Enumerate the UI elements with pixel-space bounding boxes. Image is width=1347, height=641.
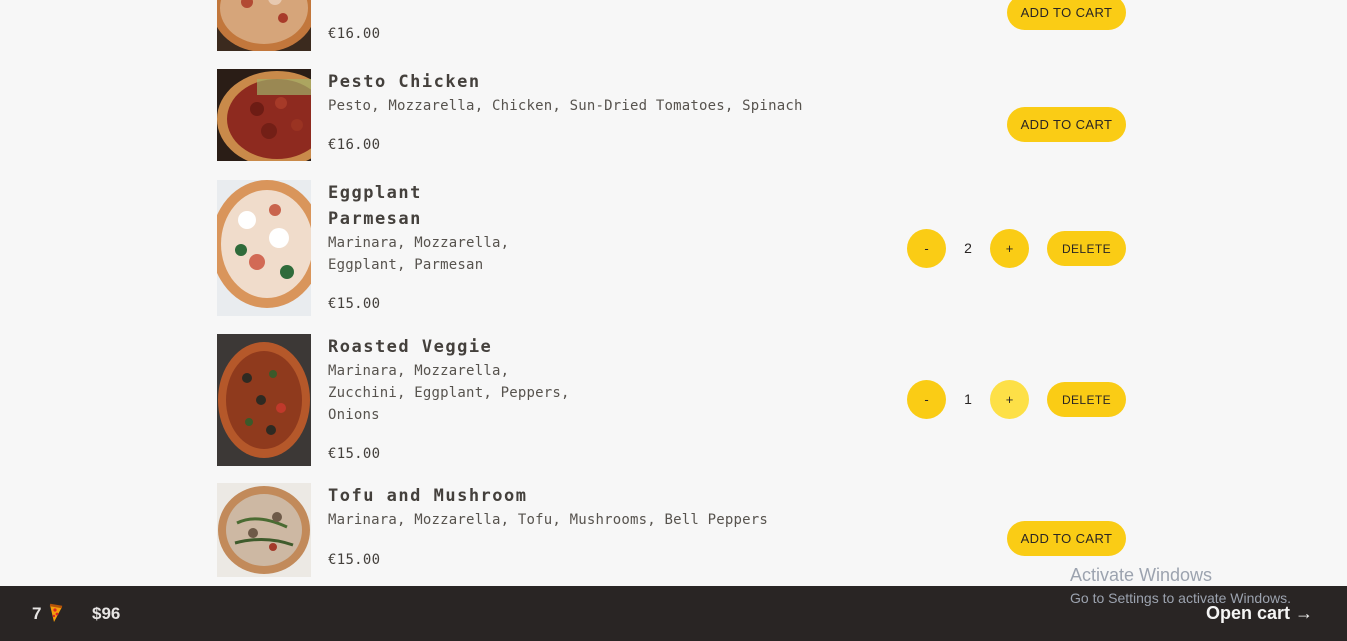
pizza-image xyxy=(217,334,311,466)
item-ingredients-line-2: Eggplant, Parmesan xyxy=(328,257,484,273)
delete-button[interactable]: DELETE xyxy=(1047,231,1126,266)
item-ingredients-line-2: Zucchini, Eggplant, Peppers, xyxy=(328,385,570,401)
increment-button[interactable]: + xyxy=(990,380,1029,419)
menu-item: Eggplant Parmesan Marinara, Mozzarella, … xyxy=(217,180,1126,316)
pizza-icon xyxy=(48,603,64,628)
cart-total-price: $96 xyxy=(92,604,121,623)
cart-item-count: 7 xyxy=(32,604,42,623)
item-ingredients-line-1: Marinara, Mozzarella, xyxy=(328,363,510,379)
item-price: €16.00 xyxy=(328,137,381,153)
pizza-image xyxy=(217,180,311,316)
menu-item: €16.00 ADD TO CART xyxy=(217,0,1126,51)
item-info: Roasted Veggie Marinara, Mozzarella, Zuc… xyxy=(328,334,570,426)
add-to-cart-button[interactable]: ADD TO CART xyxy=(1007,107,1126,142)
item-name-line-2: Parmesan xyxy=(328,209,422,229)
pizza-image xyxy=(217,0,311,51)
add-to-cart-button[interactable]: ADD TO CART xyxy=(1007,0,1126,30)
menu-item: Pesto Chicken Pesto, Mozzarella, Chicken… xyxy=(217,69,1126,161)
pizza-image xyxy=(217,69,311,161)
item-price: €16.00 xyxy=(328,26,381,42)
activate-windows-title: Activate Windows xyxy=(1070,565,1213,585)
item-name-line-1: Eggplant xyxy=(328,183,422,203)
item-ingredients: Marinara, Mozzarella, Tofu, Mushrooms, B… xyxy=(328,512,769,528)
item-ingredients-line-3: Onions xyxy=(328,407,380,423)
item-info: Eggplant Parmesan Marinara, Mozzarella, … xyxy=(328,180,509,276)
item-info: Tofu and Mushroom Marinara, Mozzarella, … xyxy=(328,483,768,531)
item-name: Tofu and Mushroom xyxy=(328,486,528,506)
item-price: €15.00 xyxy=(328,552,381,568)
menu-item: Tofu and Mushroom Marinara, Mozzarella, … xyxy=(217,483,1126,577)
menu-item: Roasted Veggie Marinara, Mozzarella, Zuc… xyxy=(217,334,1126,466)
item-price: €15.00 xyxy=(328,296,381,312)
item-info: Pesto Chicken Pesto, Mozzarella, Chicken… xyxy=(328,69,803,117)
decrement-button[interactable]: - xyxy=(907,229,946,268)
quantity-value: 1 xyxy=(964,391,972,407)
item-price: €15.00 xyxy=(328,446,381,462)
item-ingredients: Pesto, Mozzarella, Chicken, Sun-Dried To… xyxy=(328,98,803,114)
item-ingredients-line-1: Marinara, Mozzarella, xyxy=(328,235,510,251)
increment-button[interactable]: + xyxy=(990,229,1029,268)
decrement-button[interactable]: - xyxy=(907,380,946,419)
quantity-value: 2 xyxy=(964,240,972,256)
item-name: Roasted Veggie xyxy=(328,337,493,357)
pizza-image xyxy=(217,483,311,577)
open-cart-link[interactable]: Open cart → xyxy=(1206,603,1313,624)
activate-windows-subtitle: Go to Settings to activate Windows. xyxy=(1070,590,1291,606)
add-to-cart-button[interactable]: ADD TO CART xyxy=(1007,521,1126,556)
delete-button[interactable]: DELETE xyxy=(1047,382,1126,417)
item-name: Pesto Chicken xyxy=(328,72,481,92)
